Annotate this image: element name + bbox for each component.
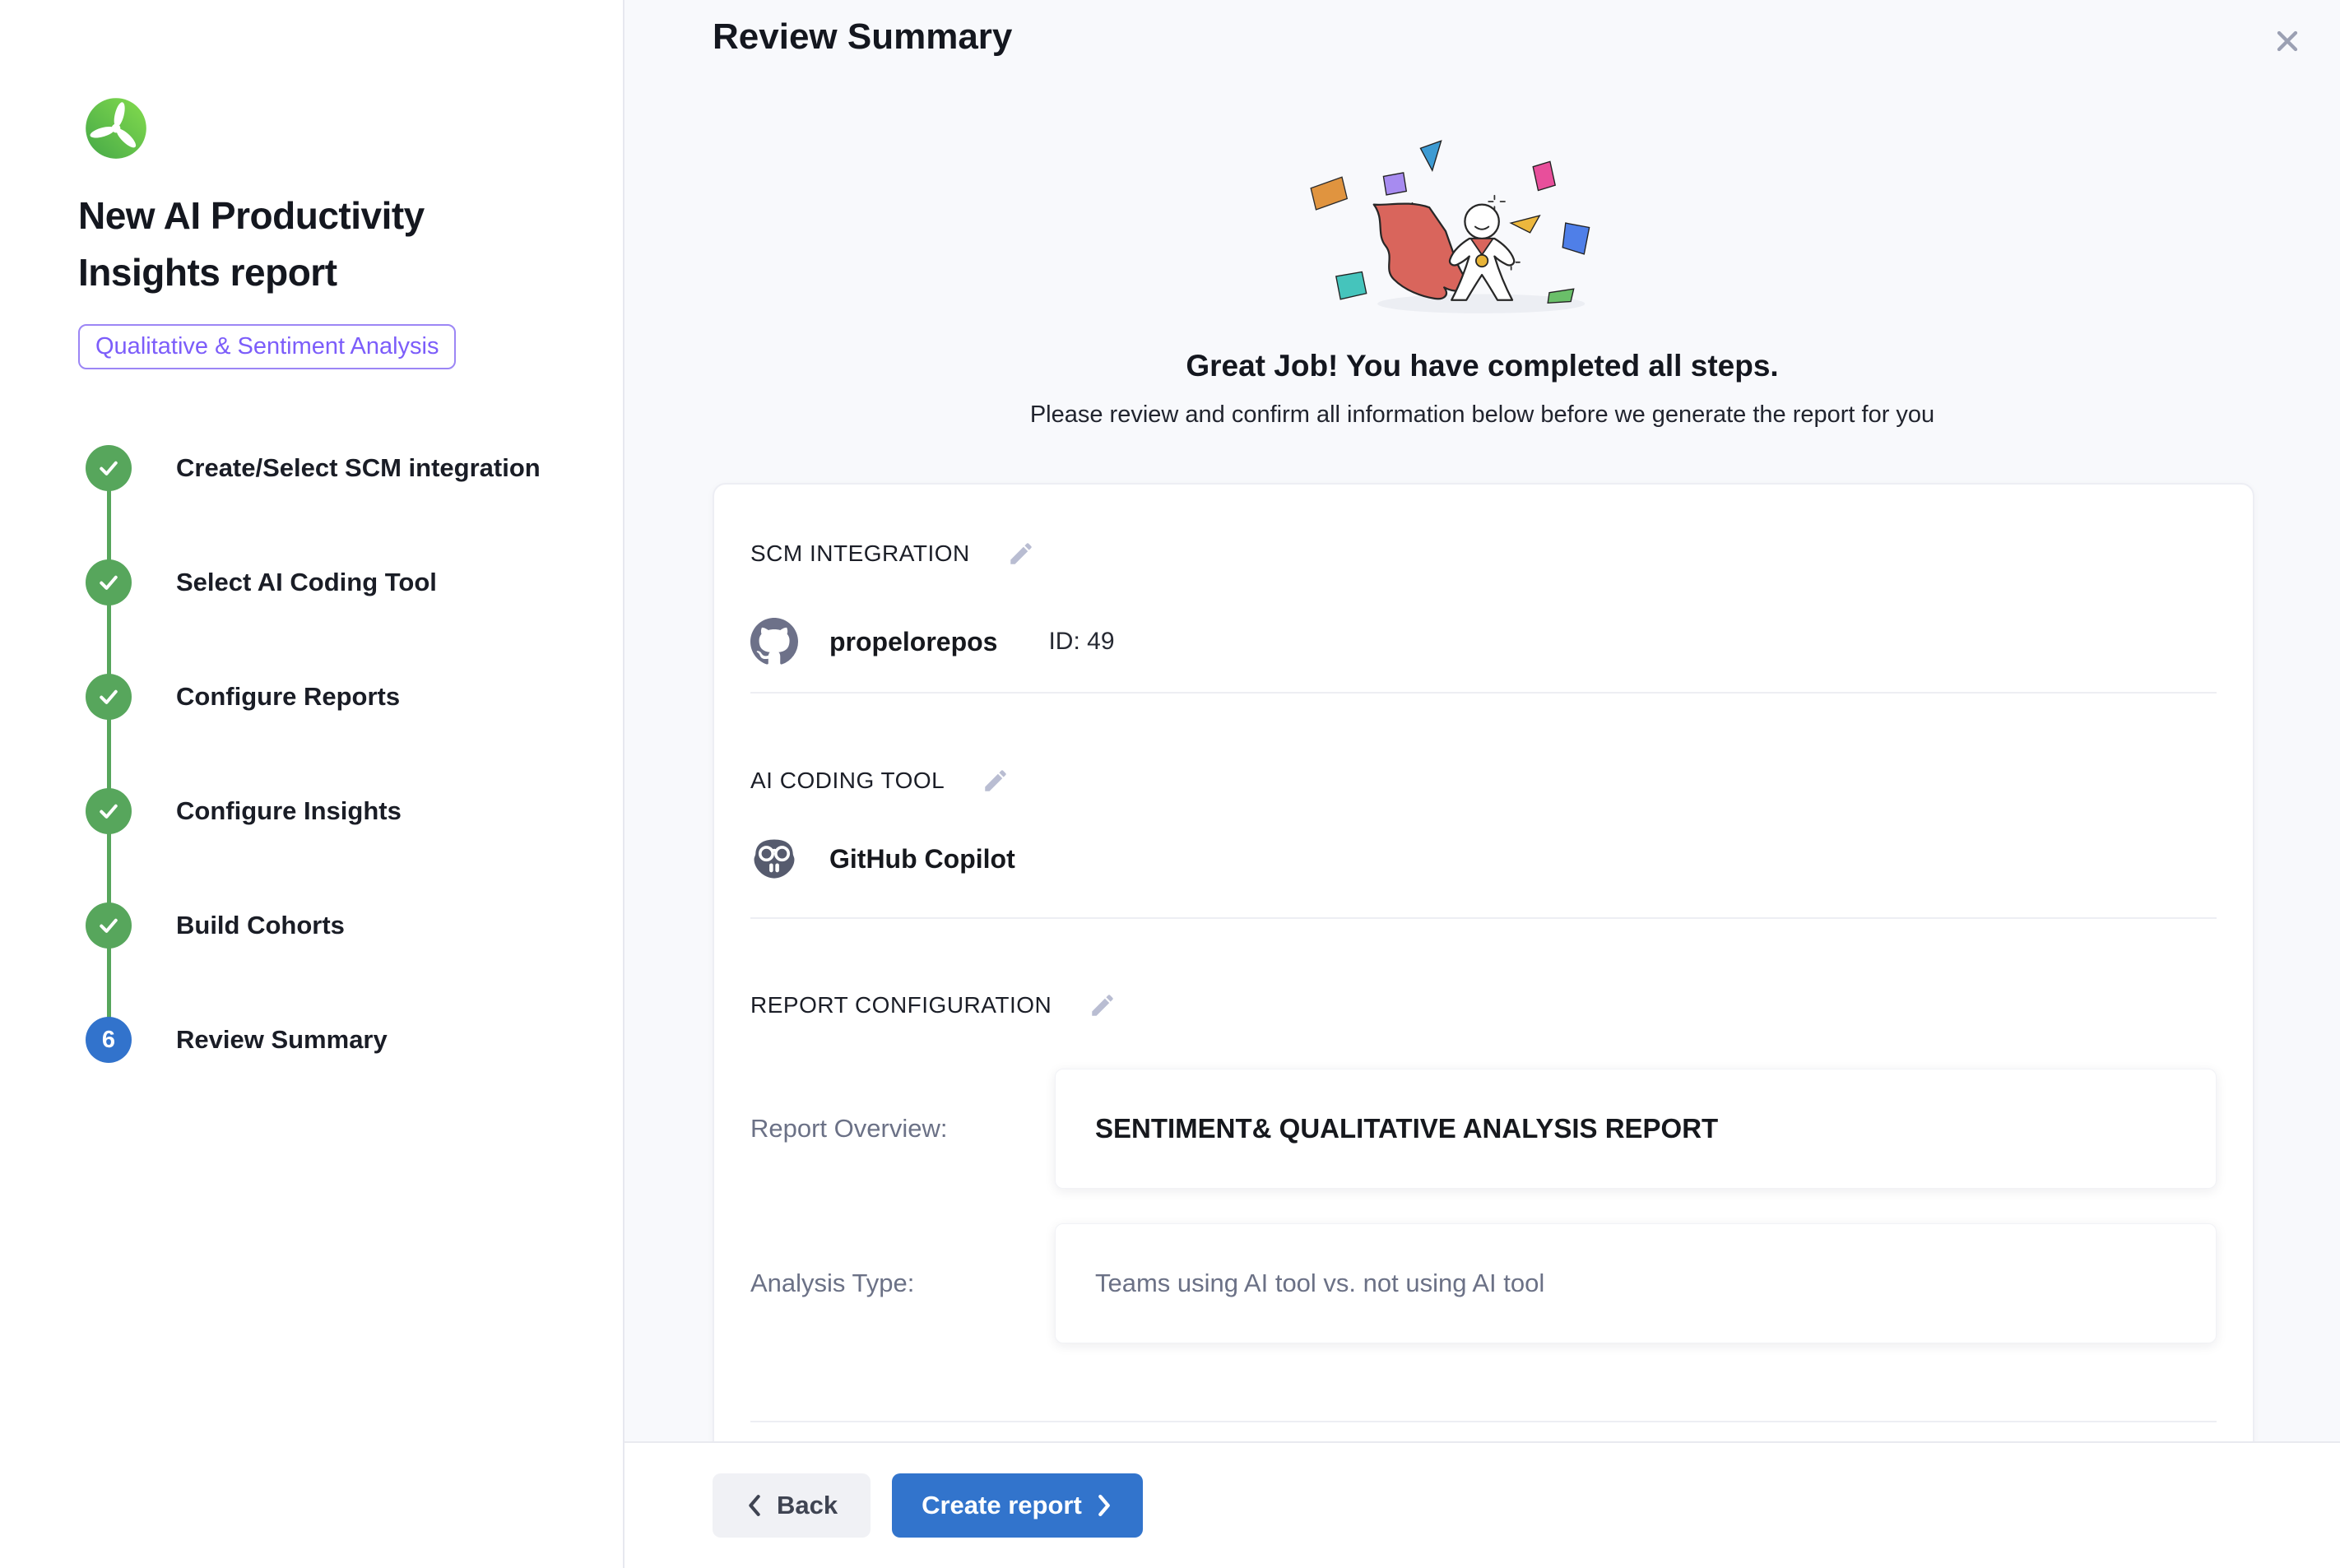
step-check-icon [86, 445, 132, 491]
analysis-type-value-box: Teams using AI tool vs. not using AI too… [1055, 1223, 2217, 1343]
tool-section-header: AI CODING TOOL [750, 764, 2217, 797]
congrats-subtitle: Please review and confirm all informatio… [624, 401, 2340, 429]
report-section-label: REPORT CONFIGURATION [750, 992, 1052, 1018]
close-icon[interactable] [2268, 21, 2307, 61]
celebration-illustration [1261, 120, 1705, 327]
create-report-label: Create report [922, 1491, 1082, 1520]
wizard-footer: Back Create report [624, 1441, 2340, 1568]
github-copilot-icon [750, 835, 798, 883]
congrats-section: Great Job! You have completed all steps.… [624, 120, 2340, 429]
edit-tool-pencil-icon[interactable] [979, 764, 1012, 797]
create-report-button[interactable]: Create report [892, 1473, 1143, 1538]
scm-integration-id: ID: 49 [1048, 628, 1114, 656]
ai-tool-row: GitHub Copilot [750, 835, 2217, 883]
step-select-ai-tool[interactable]: Select AI Coding Tool [86, 559, 573, 605]
summary-card: SCM INTEGRATION propelorepos ID: 49 AI C… [713, 483, 2254, 1523]
scm-integration-row: propelorepos ID: 49 [750, 618, 2217, 666]
analysis-type-row: Analysis Type: Teams using AI tool vs. n… [750, 1223, 2217, 1343]
report-overview-row: Report Overview: SENTIMENT& QUALITATIVE … [750, 1069, 2217, 1189]
report-overview-value: SENTIMENT& QUALITATIVE ANALYSIS REPORT [1095, 1113, 1718, 1144]
report-section-header: REPORT CONFIGURATION [750, 989, 2217, 1022]
wizard-title: New AI Productivity Insights report [78, 188, 573, 301]
step-check-icon [86, 559, 132, 605]
chevron-left-icon [745, 1494, 764, 1517]
step-configure-reports[interactable]: Configure Reports [86, 674, 573, 720]
analysis-type-label: Analysis Type: [750, 1269, 1055, 1298]
step-review-summary[interactable]: 6 Review Summary [86, 1017, 573, 1063]
edit-scm-pencil-icon[interactable] [1005, 537, 1038, 570]
step-label: Review Summary [176, 1025, 388, 1055]
wizard-steps: Create/Select SCM integration Select AI … [86, 445, 573, 1063]
step-label: Build Cohorts [176, 911, 345, 940]
propelo-logo-icon [85, 97, 147, 160]
step-build-cohorts[interactable]: Build Cohorts [86, 902, 573, 949]
section-divider [750, 917, 2217, 919]
step-label: Configure Insights [176, 796, 402, 826]
report-overview-label: Report Overview: [750, 1114, 1055, 1144]
section-divider [750, 1421, 2217, 1422]
step-label: Create/Select SCM integration [176, 453, 541, 483]
step-configure-insights[interactable]: Configure Insights [86, 788, 573, 834]
scm-integration-name: propelorepos [829, 627, 997, 657]
step-number: 6 [102, 1027, 115, 1054]
new-report-wizard: New AI Productivity Insights report Qual… [0, 0, 2340, 1568]
step-check-icon [86, 902, 132, 949]
review-summary-panel: Review Summary [624, 0, 2340, 1568]
analysis-type-value: Teams using AI tool vs. not using AI too… [1095, 1269, 1544, 1298]
chevron-right-icon [1095, 1494, 1113, 1517]
steps-connector-line [107, 468, 111, 1040]
ai-tool-name: GitHub Copilot [829, 844, 1015, 874]
scm-section-label: SCM INTEGRATION [750, 540, 970, 567]
step-check-icon [86, 788, 132, 834]
analysis-type-badge: Qualitative & Sentiment Analysis [78, 324, 456, 369]
back-button-label: Back [777, 1491, 838, 1520]
panel-header: Review Summary [624, 0, 2340, 76]
back-button[interactable]: Back [713, 1473, 871, 1538]
step-label: Configure Reports [176, 682, 400, 712]
tool-section-label: AI CODING TOOL [750, 768, 945, 794]
step-label: Select AI Coding Tool [176, 568, 437, 597]
step-create-select-scm[interactable]: Create/Select SCM integration [86, 445, 573, 491]
github-octocat-icon [750, 618, 798, 666]
edit-report-pencil-icon[interactable] [1086, 989, 1119, 1022]
page-title: Review Summary [713, 16, 1012, 58]
section-divider [750, 692, 2217, 694]
congrats-title: Great Job! You have completed all steps. [624, 349, 2340, 383]
step-check-icon [86, 674, 132, 720]
scm-section-header: SCM INTEGRATION [750, 537, 2217, 570]
report-overview-value-box: SENTIMENT& QUALITATIVE ANALYSIS REPORT [1055, 1069, 2217, 1189]
step-number-badge: 6 [86, 1017, 132, 1063]
wizard-sidebar: New AI Productivity Insights report Qual… [0, 0, 624, 1568]
